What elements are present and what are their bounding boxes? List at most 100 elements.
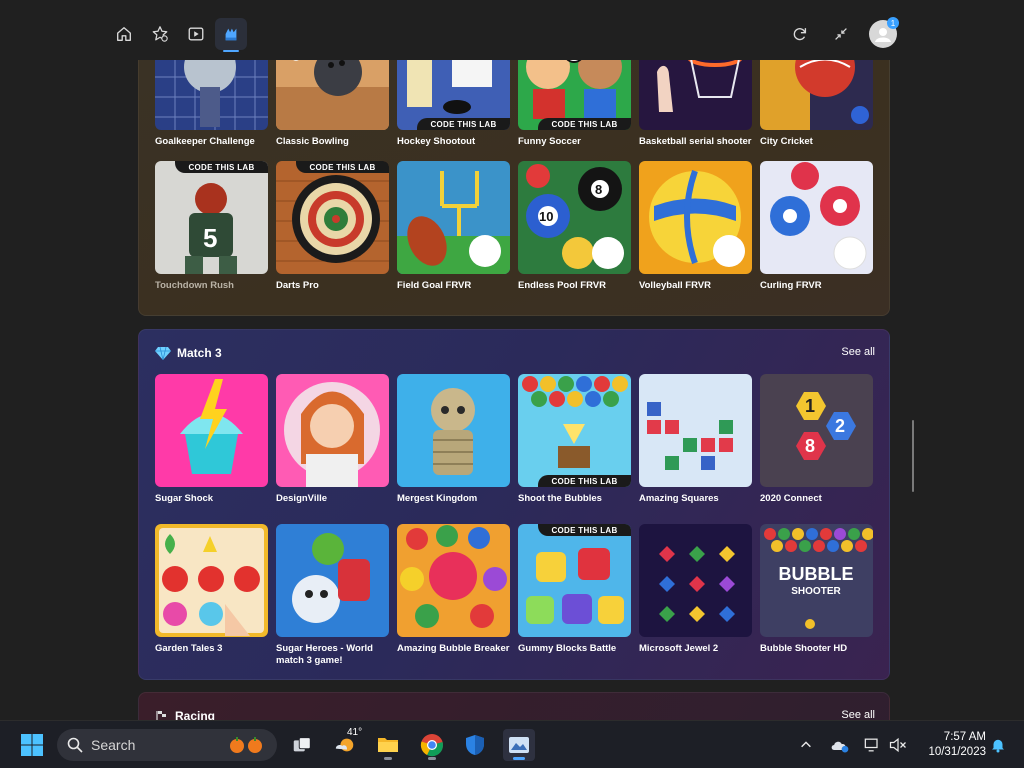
svg-text:5: 5 [203,223,217,253]
match3-section: Match 3 See all Sugar Shock DesignVille … [138,329,890,680]
game-title: Sugar Shock [155,493,214,504]
volume-muted-icon [889,737,906,753]
game-title: Field Goal FRVR [397,280,472,291]
section-title: Match 3 [177,346,222,360]
home-icon[interactable] [108,18,140,50]
game-thumbnail [397,524,510,637]
game-title: Amazing Bubble Breaker [397,643,510,654]
minimize-view-icon[interactable] [825,18,857,50]
onedrive-button[interactable] [824,729,856,761]
game-thumbnail: CODE THIS LAB [518,374,631,487]
folder-icon [378,738,398,752]
game-tile[interactable]: Curling FRVR [760,161,873,292]
publisher-badge: CODE THIS LAB [175,161,268,173]
game-title: Hockey Shootout [397,136,476,147]
svg-text:8: 8 [805,436,815,456]
chrome-button[interactable] [416,729,448,761]
shield-icon [466,735,484,755]
pumpkin-icon [230,737,262,753]
weather-widget[interactable]: 41° [329,727,363,761]
game-title: Amazing Squares [639,493,719,504]
system-clock[interactable]: 7:57 AM 10/31/2023 [910,730,986,760]
game-tile[interactable]: Amazing Squares [639,374,752,505]
game-tile[interactable]: Volleyball FRVR [639,161,752,292]
running-indicator [384,757,392,760]
search-placeholder: Search [91,737,136,753]
clock-date: 10/31/2023 [928,746,986,758]
game-tile[interactable]: Mergest Kingdom [397,374,510,505]
bell-icon [992,739,1004,753]
game-title: City Cricket [760,136,813,147]
publisher-badge: CODE THIS LAB [296,161,389,173]
start-button[interactable] [16,729,48,761]
game-title: Goalkeeper Challenge [155,136,255,147]
weather-temp: 41° [347,727,363,738]
running-indicator [513,757,525,760]
publisher-badge: CODE THIS LAB [538,524,631,536]
publisher-badge: CODE THIS LAB [538,118,631,130]
network-icon [864,738,878,752]
game-tile[interactable]: DesignVille [276,374,389,505]
show-hidden-icons-button[interactable] [790,729,822,761]
game-tile[interactable]: 8 10 Endless Pool FRVR [518,161,631,292]
video-icon[interactable] [180,18,212,50]
games-icon[interactable] [215,18,247,52]
windows-icon [21,734,43,756]
game-thumbnail: 5 CODE THIS LAB [155,161,268,274]
game-title: Mergest Kingdom [397,493,478,504]
svg-text:10: 10 [539,209,553,224]
game-title: Gummy Blocks Battle [518,643,617,654]
cloud-icon [831,741,849,753]
game-thumbnail [639,524,752,637]
favorites-icon[interactable] [144,18,176,50]
avatar[interactable]: 1 [869,17,899,48]
game-tile[interactable]: Garden Tales 3 [155,524,268,655]
taskbar: Search 41° 7:57 AM 10/31/2023 [0,720,1024,768]
refresh-icon[interactable] [784,18,816,50]
game-thumbnail: CODE THIS LAB [518,524,631,637]
game-title: Classic Bowling [276,136,349,147]
game-tile[interactable]: Field Goal FRVR [397,161,510,292]
game-tile[interactable]: Microsoft Jewel 2 [639,524,752,655]
notifications-button[interactable] [982,729,1014,761]
game-tile[interactable]: CODE THIS LAB Darts Pro [276,161,389,292]
game-tile[interactable]: CODE THIS LAB Gummy Blocks Battle [518,524,631,655]
game-title: Endless Pool FRVR [518,280,606,291]
game-title: Basketball serial shooter [639,136,752,147]
publisher-badge: CODE THIS LAB [538,475,631,487]
diamond-icon [155,346,171,360]
game-thumbnail [639,374,752,487]
svg-text:1: 1 [805,396,815,416]
game-title: Garden Tales 3 [155,643,223,654]
game-thumbnail: 128 [760,374,873,487]
svg-text:BUBBLE: BUBBLE [779,564,854,584]
section-header: Match 3 [155,346,222,360]
defender-button[interactable] [459,729,491,761]
game-title: Touchdown Rush [155,280,234,291]
see-all-link[interactable]: See all [841,709,875,720]
game-tile[interactable]: Sugar Heroes - World match 3 game! [276,524,389,667]
game-tile[interactable]: CODE THIS LAB Shoot the Bubbles [518,374,631,505]
racing-flag-icon [156,711,166,720]
task-view-button[interactable] [286,729,318,761]
taskbar-search[interactable]: Search [57,729,277,761]
game-thumbnail: BUBBLE SHOOTER [760,524,873,637]
clock-time: 7:57 AM [943,731,986,743]
game-tile[interactable]: 5 CODE THIS LAB Touchdown Rush [155,161,268,292]
scrollbar-thumb[interactable] [912,420,914,492]
game-thumbnail [397,374,510,487]
game-tile[interactable]: BUBBLE SHOOTER Bubble Shooter HD [760,524,873,655]
notification-badge: 1 [887,17,899,29]
game-thumbnail [155,374,268,487]
file-explorer-button[interactable] [372,729,404,761]
game-tile[interactable]: 128 2020 Connect [760,374,873,505]
game-tile[interactable]: Amazing Bubble Breaker [397,524,510,655]
game-thumbnail [276,524,389,637]
game-thumbnail [276,374,389,487]
game-title: Microsoft Jewel 2 [639,643,719,654]
svg-text:SHOOTER: SHOOTER [791,586,841,597]
svg-text:8: 8 [595,182,602,197]
see-all-link[interactable]: See all [841,346,875,358]
game-tile[interactable]: Sugar Shock [155,374,268,505]
games-app-button[interactable] [503,729,535,761]
